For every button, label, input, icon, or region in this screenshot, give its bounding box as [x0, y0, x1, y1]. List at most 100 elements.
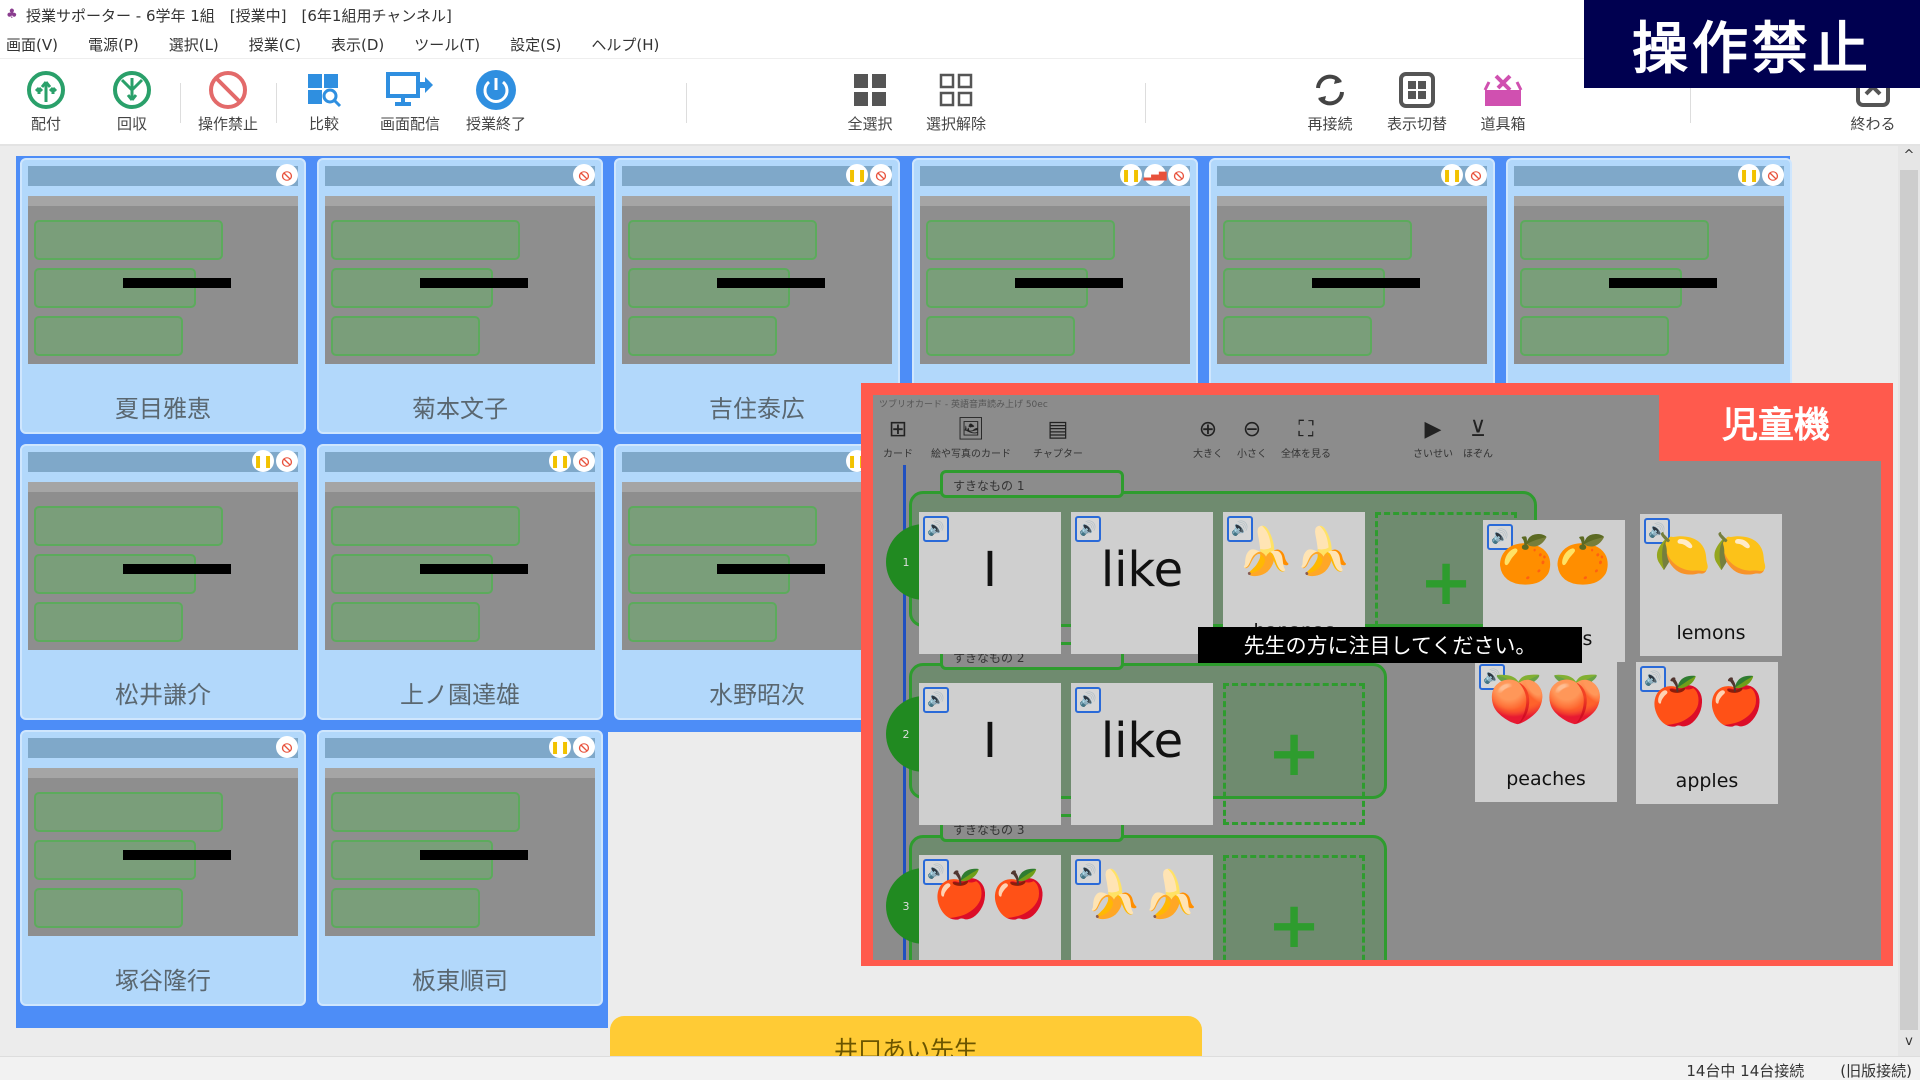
menu-view[interactable]: 表示(D): [331, 34, 384, 55]
menu-select[interactable]: 選択(L): [169, 34, 219, 55]
add-card-slot[interactable]: +: [1223, 683, 1365, 825]
speaker-icon[interactable]: 🔊: [923, 687, 949, 713]
student-card[interactable]: ❚❚ ⦸ 松井謙介: [20, 444, 306, 720]
fit-view-icon: ⛶: [1298, 417, 1314, 442]
peach-picture: 🍑🍑: [1488, 672, 1604, 726]
screen-thumbnail[interactable]: [325, 482, 595, 650]
scroll-down-icon[interactable]: v: [1898, 1034, 1920, 1056]
toggle-view-button[interactable]: 表示切替: [1377, 67, 1457, 134]
screen-thumbnail[interactable]: [622, 482, 892, 650]
power-icon: [476, 70, 516, 110]
thumb-chapter: [331, 506, 520, 546]
thumb-chapter: [331, 316, 480, 356]
distribute-icon: [27, 71, 65, 109]
pause-icon: ❚❚: [549, 736, 571, 758]
screen-thumbnail[interactable]: [325, 768, 595, 936]
student-card[interactable]: ⦸ 夏目雅恵: [20, 158, 306, 434]
play-icon: ▶: [1424, 417, 1442, 442]
thumb-notice: [716, 278, 825, 288]
child-tool-button[interactable]: ▤ チャプター: [1033, 415, 1083, 460]
screen-thumbnail[interactable]: [28, 768, 298, 936]
child-tool-button[interactable]: 🖼 絵や写真のカード: [931, 415, 1011, 460]
word-card[interactable]: 🔊 I: [919, 512, 1061, 654]
screen-thumbnail[interactable]: [1217, 196, 1487, 364]
child-tool-button[interactable]: ⊻ ほぞん: [1463, 415, 1493, 460]
thumb-chapter: [331, 602, 480, 642]
apple-picture: 🍎🍎: [1649, 674, 1765, 728]
menu-help[interactable]: ヘルプ(H): [591, 34, 659, 55]
picture-card[interactable]: 🔊 🍑🍑 peaches: [1475, 660, 1617, 802]
student-card[interactable]: ❚❚ ⦸ 上ノ園達雄: [317, 444, 603, 720]
distribute-button[interactable]: 配付: [6, 67, 86, 134]
collect-button[interactable]: 回収: [92, 67, 172, 134]
scroll-up-icon[interactable]: ^: [1898, 148, 1920, 170]
child-screen: ツブリオカード - 英語音声読み上げ 50ec ⊞ カード 🖼 絵や写真のカード ▤ チャ…: [873, 395, 1881, 960]
menu-class[interactable]: 授業(C): [249, 34, 301, 55]
student-name: 夏目雅恵: [115, 395, 211, 423]
end-class-button[interactable]: 授業終了: [456, 67, 536, 134]
screen-share-button[interactable]: 画面配信: [370, 67, 450, 134]
child-tool-button[interactable]: ⊞ カード: [883, 415, 913, 460]
screen-thumbnail[interactable]: [1514, 196, 1784, 364]
banana-picture: 🍌🍌: [1236, 524, 1352, 578]
thumb-chapter: [1520, 220, 1709, 260]
screen-thumbnail[interactable]: [920, 196, 1190, 364]
deselect-button[interactable]: 選択解除: [916, 67, 996, 134]
card-header: [28, 166, 298, 186]
pause-icon: ❚❚: [252, 450, 274, 472]
child-app-title: ツブリオカード - 英語音声読み上げ 50ec: [879, 400, 1048, 410]
select-all-button[interactable]: 全選択: [830, 67, 910, 134]
student-card[interactable]: ❚❚ ⦸ 吉住泰広: [614, 158, 900, 434]
student-card[interactable]: ⦸ 塚谷隆行: [20, 730, 306, 1006]
student-card[interactable]: ⦸ 菊本文子: [317, 158, 603, 434]
thumb-notice: [419, 278, 528, 288]
add-card-slot[interactable]: +: [1223, 855, 1365, 960]
toolbar-separator: [276, 83, 277, 123]
lemon-picture: 🍋🍋: [1653, 526, 1769, 580]
menu-settings[interactable]: 設定(S): [510, 34, 561, 55]
menu-tools[interactable]: ツール(T): [414, 34, 480, 55]
thumb-chapter: [331, 888, 480, 928]
status-badges: ❚❚⦸: [1738, 164, 1784, 186]
toolbar-separator: [1145, 83, 1146, 123]
screen-thumbnail[interactable]: [325, 196, 595, 364]
toolbox-button[interactable]: 道具箱: [1463, 67, 1543, 134]
reconnect-button[interactable]: 再接続: [1290, 67, 1370, 134]
word-card[interactable]: 🔊 like: [1071, 683, 1213, 825]
apple-picture: 🍎🍎: [932, 867, 1048, 921]
menu-power[interactable]: 電源(P): [88, 34, 139, 55]
speaker-icon[interactable]: 🔊: [1075, 516, 1101, 542]
word-card[interactable]: 🔊 I: [919, 683, 1061, 825]
collect-icon: [113, 71, 151, 109]
child-tool-button[interactable]: ▶ さいせい: [1413, 415, 1453, 460]
word-card[interactable]: 🔊 like: [1071, 512, 1213, 654]
thumb-notice: [122, 278, 231, 288]
screen-thumbnail[interactable]: [28, 196, 298, 364]
screen-thumbnail[interactable]: [28, 482, 298, 650]
zoom-out-icon: ⊖: [1242, 417, 1262, 442]
card-header: [325, 166, 595, 186]
student-card[interactable]: ❚❚ ⦸ 板東順司: [317, 730, 603, 1006]
scrollbar-thumb[interactable]: [1900, 170, 1918, 1030]
picture-card[interactable]: 🔊🍌🍌I like bananas.: [1071, 855, 1213, 960]
picture-card[interactable]: 🔊 🍎🍎 apples: [1636, 662, 1778, 804]
child-tool-button[interactable]: ⊖ 小さく: [1237, 415, 1267, 460]
menu-screen[interactable]: 画面(V): [6, 34, 58, 55]
thumb-chapter: [1223, 316, 1372, 356]
speaker-icon[interactable]: 🔊: [923, 516, 949, 542]
thumb-chapter: [331, 840, 493, 880]
speaker-icon[interactable]: 🔊: [1075, 687, 1101, 713]
lock-button[interactable]: 操作禁止: [188, 67, 268, 134]
thumb-chapter: [34, 888, 183, 928]
screen-thumbnail[interactable]: [622, 196, 892, 364]
student-card[interactable]: ❚❚⦸ 水野昭次: [614, 444, 900, 720]
picture-card[interactable]: 🔊 🍋🍋 lemons: [1640, 514, 1782, 656]
thumb-notice: [1608, 278, 1717, 288]
child-tool-button[interactable]: ⛶ 全体を見る: [1281, 415, 1331, 460]
thumb-chapter: [34, 792, 223, 832]
thumb-chapter: [1520, 268, 1682, 308]
child-tool-button[interactable]: ⊕ 大きく: [1193, 415, 1223, 460]
vertical-scrollbar[interactable]: ^ v: [1898, 146, 1920, 1056]
picture-card[interactable]: 🔊🍎🍎I like apples.: [919, 855, 1061, 960]
compare-button[interactable]: 比較: [284, 67, 364, 134]
